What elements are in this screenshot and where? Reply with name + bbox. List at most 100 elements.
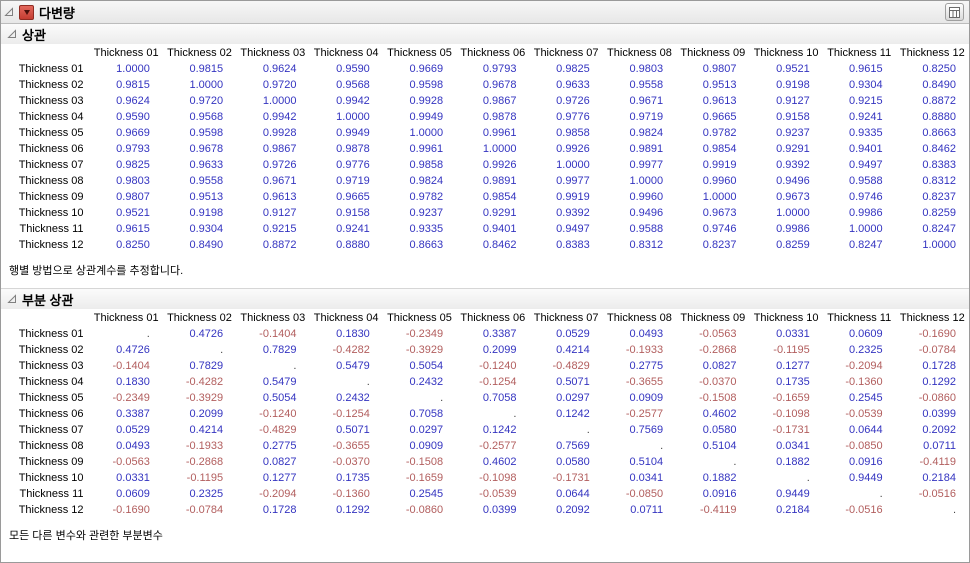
- cell-value: 0.2432: [336, 392, 370, 404]
- cell-value: 0.7829: [189, 360, 224, 372]
- column-header: Thickness 11: [827, 47, 892, 59]
- row-label: Thickness 04: [18, 376, 84, 388]
- table-row: Thickness 06 0.3387 0.2099 -0.1240 -0.1254 0.…: [3, 406, 969, 422]
- row-label: Thickness 09: [18, 191, 84, 203]
- cell-value: 0.2545: [409, 488, 444, 500]
- cell-value: 0.0331: [776, 328, 810, 340]
- cell-value: 0.8663: [409, 239, 444, 251]
- cell-value: 0.9719: [336, 175, 370, 187]
- cell-value: 0.8247: [848, 239, 883, 251]
- cell-value: 0.9669: [409, 63, 444, 75]
- cell-value: 0.9719: [629, 111, 664, 123]
- column-header: Thickness 01: [93, 47, 159, 59]
- table-row: Thickness 07 0.9825 0.9633 0.9726 0.9776 0.98…: [3, 157, 969, 173]
- cell-value: -0.1195: [186, 472, 224, 484]
- cell-value: 0.2775: [629, 360, 664, 372]
- cell-value: 0.0644: [848, 424, 883, 436]
- cell-value: 0.9854: [702, 143, 737, 155]
- cell-value: 0.8259: [776, 239, 810, 251]
- disclosure-triangle-icon[interactable]: [4, 7, 14, 17]
- cell-value: 0.0580: [556, 456, 590, 468]
- cell-value: 0.9867: [262, 143, 297, 155]
- cell-value: 0.7569: [556, 440, 590, 452]
- cell-value: -0.1933: [185, 440, 224, 452]
- cell-value: 0.9392: [556, 207, 590, 219]
- table-row: Thickness 03 -0.1404 0.7829. 0.5479 0.5054 -0…: [3, 358, 969, 374]
- data-table-icon[interactable]: [945, 3, 964, 21]
- column-header: Thickness 07: [533, 312, 599, 324]
- correlations-note: 행별 방법으로 상관계수를 추정합니다.: [9, 265, 184, 277]
- cell-value: 0.5479: [262, 376, 297, 388]
- cell-value: 0.9497: [848, 159, 883, 171]
- cell-value: -0.0850: [625, 488, 664, 500]
- cell-value: -0.0563: [699, 328, 737, 340]
- cell-value: -0.0539: [479, 488, 517, 500]
- cell-value: 0.0916: [848, 456, 883, 468]
- cell-value: 0.8663: [922, 127, 956, 139]
- red-triangle-menu-icon[interactable]: [19, 4, 34, 20]
- cell-value: -0.4829: [259, 424, 297, 436]
- cell-value: 0.1277: [776, 360, 810, 372]
- cell-value: 0.9815: [116, 79, 150, 91]
- cell-value: 1.0000: [702, 191, 737, 203]
- cell-value: 0.8250: [116, 239, 150, 251]
- column-header: Thickness 04: [313, 312, 379, 324]
- cell-value: 0.8247: [922, 223, 956, 235]
- cell-value: .: [366, 376, 370, 388]
- cell-value: 0.1292: [336, 504, 370, 516]
- cell-value: 1.0000: [482, 143, 517, 155]
- cell-value: 0.8383: [922, 159, 956, 171]
- cell-value: 0.9568: [336, 79, 370, 91]
- table-row: Thickness 10 0.9521 0.9198 0.9127 0.9158 0.92…: [3, 205, 969, 221]
- cell-value: 0.0529: [116, 424, 150, 436]
- disclosure-triangle-icon[interactable]: [7, 294, 17, 304]
- cell-value: 0.0711: [630, 504, 664, 516]
- cell-value: 0.9678: [482, 79, 517, 91]
- cell-value: 0.9613: [262, 191, 297, 203]
- cell-value: -0.1731: [552, 472, 590, 484]
- cell-value: 0.4214: [189, 424, 224, 436]
- disclosure-triangle-icon[interactable]: [7, 29, 17, 39]
- cell-value: 1.0000: [556, 159, 590, 171]
- partial-correlations-note: 모든 다른 변수와 관련한 부분변수: [9, 530, 163, 542]
- cell-value: 0.9513: [702, 79, 737, 91]
- cell-value: 0.3387: [116, 408, 150, 420]
- cell-value: 0.7569: [629, 424, 664, 436]
- column-header-corner: [3, 310, 90, 326]
- cell-value: 0.2545: [848, 392, 883, 404]
- cell-value: 0.8237: [922, 191, 956, 203]
- cell-value: 0.9669: [116, 127, 150, 139]
- cell-value: 0.9977: [629, 159, 664, 171]
- column-header: Thickness 02: [167, 47, 232, 59]
- partial-correlations-section-header: 부분 상관: [1, 288, 969, 309]
- cell-value: 0.1242: [556, 408, 590, 420]
- cell-value: 0.0909: [409, 440, 444, 452]
- cell-value: 0.9401: [482, 223, 517, 235]
- cell-value: 0.9942: [262, 111, 297, 123]
- cell-value: 0.9158: [336, 207, 370, 219]
- cell-value: 0.1242: [482, 424, 517, 436]
- row-label: Thickness 12: [18, 504, 84, 516]
- cell-value: 0.2184: [922, 472, 956, 484]
- cell-value: .: [733, 456, 737, 468]
- cell-value: 0.9926: [556, 143, 590, 155]
- cell-value: 0.0580: [702, 424, 737, 436]
- table-row: Thickness 05 -0.2349 -0.3929 0.5054 0.2432. 0…: [3, 390, 969, 406]
- cell-value: 0.9558: [629, 79, 664, 91]
- cell-value: 0.8872: [922, 95, 956, 107]
- table-row: Thickness 08 0.0493 -0.1933 0.2775 -0.3655 0.…: [3, 438, 969, 454]
- cell-value: 0.9919: [556, 191, 590, 203]
- row-label: Thickness 11: [19, 488, 84, 500]
- row-label: Thickness 05: [18, 392, 84, 404]
- cell-value: 0.9449: [776, 488, 810, 500]
- cell-value: .: [952, 504, 956, 516]
- cell-value: -0.0784: [185, 504, 224, 516]
- column-header: Thickness 09: [680, 312, 746, 324]
- cell-value: -0.1360: [845, 376, 883, 388]
- cell-value: 0.0609: [116, 488, 150, 500]
- cell-value: 0.9590: [116, 111, 150, 123]
- cell-value: 0.9665: [702, 111, 737, 123]
- row-label: Thickness 09: [18, 456, 84, 468]
- cell-value: 0.2775: [262, 440, 297, 452]
- partial-correlations-section: 부분 상관 Thickness 01 Thickness 02 Thickness …: [1, 288, 969, 553]
